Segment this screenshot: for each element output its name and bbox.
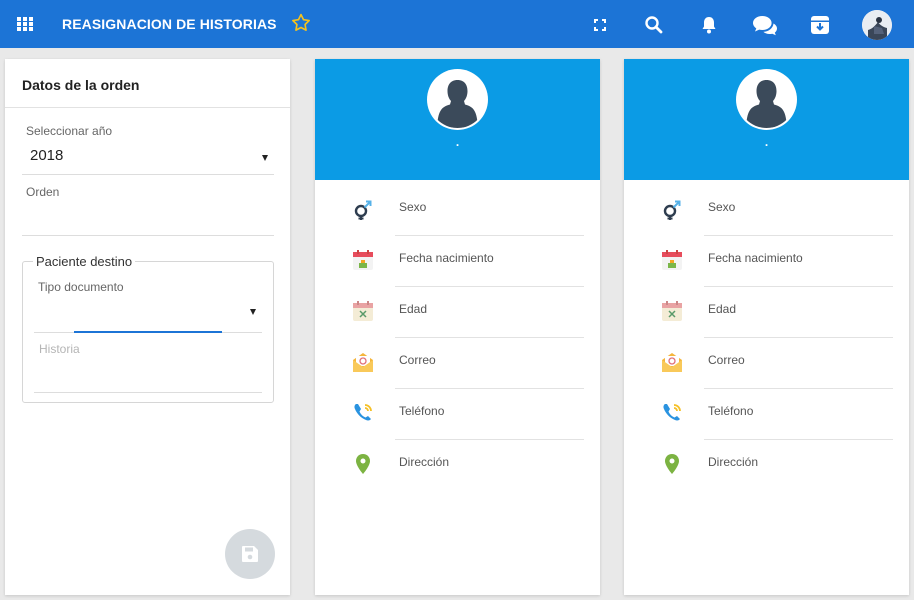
- info-row-sexo: Sexo: [315, 185, 600, 236]
- card-header: .: [315, 59, 600, 180]
- info-row-edad: Edad: [315, 287, 600, 338]
- year-select-label: Seleccionar año: [26, 124, 113, 138]
- search-icon[interactable]: [643, 14, 665, 36]
- card-header: .: [624, 59, 909, 180]
- info-row-fecha-nacimiento: Fecha nacimiento: [315, 236, 600, 287]
- patient-avatar: [736, 69, 797, 130]
- floppy-disk-icon: [242, 546, 258, 562]
- order-input[interactable]: [22, 198, 274, 236]
- dropdown-arrow-icon: [262, 155, 268, 161]
- info-label: Sexo: [399, 200, 427, 214]
- phone-icon: [660, 401, 684, 425]
- info-label: Sexo: [708, 200, 736, 214]
- history-placeholder: Historia: [39, 342, 80, 356]
- info-row-edad: Edad: [624, 287, 909, 338]
- person-silhouette-icon: [746, 80, 787, 128]
- info-label: Dirección: [399, 455, 450, 469]
- info-row-direccion: Dirección: [315, 440, 600, 491]
- order-field-label: Orden: [26, 185, 60, 199]
- history-input[interactable]: Historia: [34, 342, 262, 393]
- destination-patient-legend: Paciente destino: [33, 254, 136, 269]
- info-row-correo: Correo: [315, 338, 600, 389]
- info-label: Correo: [708, 353, 745, 367]
- gender-icon: [660, 197, 684, 221]
- info-row-correo: Correo: [624, 338, 909, 389]
- info-row-sexo: Sexo: [624, 185, 909, 236]
- favorite-star-icon[interactable]: [290, 12, 312, 34]
- panel-title: Datos de la orden: [22, 77, 140, 93]
- destination-patient-group: Paciente destino Tipo documento Historia: [22, 254, 274, 403]
- patient-card-origin: . Sexo Fecha nacimiento Edad Correo Teléfono…: [315, 59, 600, 595]
- patient-name: .: [455, 135, 460, 149]
- info-row-direccion: Dirección: [624, 440, 909, 491]
- info-row-telefono: Teléfono: [315, 389, 600, 440]
- fullscreen-icon[interactable]: [589, 14, 611, 36]
- doc-type-select[interactable]: [34, 293, 262, 333]
- info-label: Edad: [708, 302, 737, 316]
- apps-grid-icon[interactable]: [17, 17, 33, 31]
- order-data-panel: Datos de la orden Seleccionar año 2018 O…: [5, 59, 290, 595]
- email-icon: [660, 350, 684, 374]
- page-title: REASIGNACION DE HISTORIAS: [62, 16, 277, 32]
- calendar-age-icon: [660, 299, 684, 323]
- location-pin-icon: [351, 452, 375, 476]
- patient-card-destination: . Sexo Fecha nacimiento Edad Correo Teléfono…: [624, 59, 909, 595]
- location-pin-icon: [660, 452, 684, 476]
- info-label: Correo: [399, 353, 436, 367]
- user-avatar[interactable]: [862, 10, 892, 40]
- chat-icon[interactable]: [751, 14, 779, 36]
- focus-underline: [74, 331, 222, 333]
- info-label: Fecha nacimiento: [399, 251, 494, 265]
- doc-type-label: Tipo documento: [38, 280, 124, 294]
- info-label: Teléfono: [399, 404, 445, 418]
- archive-icon[interactable]: [809, 14, 831, 36]
- info-label: Dirección: [708, 455, 759, 469]
- patient-name: .: [764, 135, 769, 149]
- top-app-bar: REASIGNACION DE HISTORIAS: [0, 0, 914, 48]
- calendar-birthday-icon: [351, 248, 375, 272]
- email-icon: [351, 350, 375, 374]
- patient-avatar: [427, 69, 488, 130]
- dropdown-arrow-icon: [250, 309, 256, 315]
- calendar-birthday-icon: [660, 248, 684, 272]
- info-row-telefono: Teléfono: [624, 389, 909, 440]
- year-select-value: 2018: [30, 147, 64, 164]
- calendar-age-icon: [351, 299, 375, 323]
- person-silhouette-icon: [437, 80, 478, 128]
- info-label: Fecha nacimiento: [708, 251, 803, 265]
- info-label: Teléfono: [708, 404, 754, 418]
- info-label: Edad: [399, 302, 428, 316]
- year-select[interactable]: 2018: [22, 141, 274, 175]
- notifications-bell-icon[interactable]: [698, 14, 720, 36]
- divider: [5, 107, 290, 108]
- gender-icon: [351, 197, 375, 221]
- phone-icon: [351, 401, 375, 425]
- save-button[interactable]: [225, 529, 275, 579]
- info-row-fecha-nacimiento: Fecha nacimiento: [624, 236, 909, 287]
